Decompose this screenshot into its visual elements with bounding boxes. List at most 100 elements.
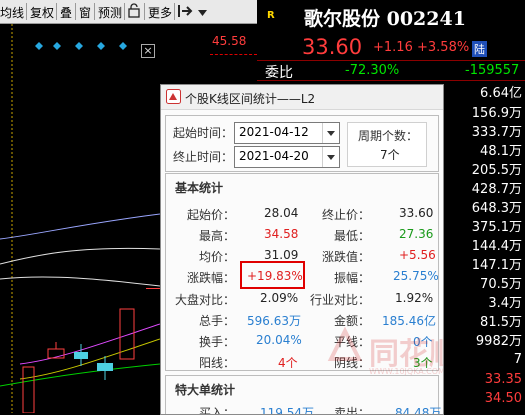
start-date-value: 2021-04-12 <box>239 125 309 139</box>
value-cell: 147.1万 <box>471 258 522 273</box>
panel-divider <box>257 60 525 61</box>
kline-chart[interactable]: × <box>0 24 160 413</box>
toolbar-divider <box>174 3 175 20</box>
start-date-picker[interactable]: 2021-04-12 <box>234 122 340 144</box>
big-sell-value: 84.48万 <box>395 406 442 415</box>
high-value: 34.58 <box>264 227 299 241</box>
avg-value: 31.09 <box>264 248 299 262</box>
value-cell: 6.64亿 <box>480 86 522 101</box>
amount-label: 金额： <box>334 314 371 328</box>
period-count-box: 周期个数： 7个 <box>347 122 427 167</box>
industry-ratio-value: 1.92% <box>395 291 434 305</box>
yang-line-value: 4个 <box>278 356 298 370</box>
period-count-label: 周期个数： <box>358 129 419 143</box>
dialog-title: 个股K线区间统计——L2 <box>185 92 316 106</box>
big-buy-value: 119.54万 <box>260 406 314 415</box>
flat-line-value: 0个 <box>413 335 433 349</box>
exchange-tag: 陆 <box>472 41 487 57</box>
price-change-pct: +3.58% <box>417 40 470 55</box>
low-value: 27.36 <box>399 227 434 241</box>
ma-line-white-2 <box>0 276 160 287</box>
chevron-down-icon[interactable] <box>322 147 339 167</box>
yin-line-label: 阴线： <box>334 356 371 370</box>
lock-icon[interactable] <box>128 3 140 21</box>
end-price-label: 终止价： <box>322 208 371 222</box>
ma-line-white <box>0 247 160 265</box>
change-value: +5.56 <box>399 248 436 262</box>
toolbar-item-adjust[interactable]: 复权 <box>30 4 54 21</box>
bottom-price: 33.35 <box>484 372 522 387</box>
flat-line-label: 平线： <box>334 335 371 349</box>
toolbar-divider <box>94 3 95 20</box>
end-date-label: 终止时间： <box>173 150 234 164</box>
current-price: 33.60 <box>302 35 363 59</box>
avg-label: 均价： <box>199 250 236 264</box>
start-price-label: 起始价： <box>187 208 236 222</box>
toolbar-item-more[interactable]: 更多 <box>148 4 172 21</box>
toolbar-divider <box>26 3 27 20</box>
market-ratio-label: 大盘对比： <box>175 293 236 307</box>
toolbar-item-ma[interactable]: 均线 <box>0 4 24 21</box>
value-cell: 81.5万 <box>480 315 522 330</box>
chevron-down-icon[interactable] <box>322 123 339 143</box>
toolbar-item-window[interactable]: 窗 <box>79 4 91 21</box>
turnover-label: 换手： <box>199 335 236 349</box>
big-buy-label: 买入： <box>199 406 236 415</box>
stock-name: 歌尔股份 002241 <box>304 8 466 30</box>
value-cell: 70.5万 <box>480 277 522 292</box>
interval-stats-dialog: 个股K线区间统计——L2 起始时间： 2021-04-12 终止时间： 2021… <box>160 84 444 415</box>
toolbar-divider <box>124 3 125 20</box>
turnover-value: 20.04% <box>256 333 302 347</box>
chevron-down-icon[interactable] <box>198 5 207 19</box>
amplitude-label: 振幅： <box>334 271 371 285</box>
change-pct-label: 涨跌幅： <box>187 271 236 285</box>
value-cell: 3.4万 <box>488 296 522 311</box>
step-right-icon[interactable] <box>178 4 194 21</box>
end-price-value: 33.60 <box>399 206 434 220</box>
close-icon[interactable]: × <box>141 44 155 58</box>
commission-diff: -159557 <box>465 63 520 78</box>
value-cell: 205.5万 <box>471 163 522 178</box>
volume-column: 6.64亿 156.9万 333.7万 48.1万 205.5万 428.7万 … <box>443 80 525 380</box>
value-cell: 48.1万 <box>480 144 522 159</box>
value-cell: 428.7万 <box>471 182 522 197</box>
chart-corner-marker <box>16 28 26 40</box>
yang-line-label: 阳线： <box>199 356 236 370</box>
value-cell: 648.3万 <box>471 201 522 216</box>
commission-ratio: -72.30% <box>345 63 400 78</box>
value-cell: 9982万 <box>475 334 522 349</box>
toolbar-item-overlay[interactable]: 叠 <box>60 4 72 21</box>
toolbar-item-forecast[interactable]: 预测 <box>98 4 122 21</box>
basic-stats-title: 基本统计 <box>175 181 224 195</box>
chart-toolbar: 均线 复权 叠 窗 预测 更多 <box>0 0 257 24</box>
ma-line-magenta <box>19 323 160 365</box>
end-date-picker[interactable]: 2021-04-20 <box>234 146 340 168</box>
dialog-title-bar[interactable]: 个股K线区间统计——L2 <box>161 85 443 110</box>
amount-value: 185.46亿 <box>382 314 436 328</box>
r-badge: R <box>267 10 275 21</box>
value-cell: 144.4万 <box>471 239 522 254</box>
volume-value: 596.63万 <box>247 314 301 328</box>
ma-line-blue <box>0 213 160 240</box>
bottom-price: 34.50 <box>484 391 522 406</box>
app-logo-icon <box>166 89 181 107</box>
yin-line-value: 3个 <box>413 356 433 370</box>
price-axis-label: 45.58 <box>212 34 247 48</box>
value-cell: 375.1万 <box>471 220 522 235</box>
chart-axis-area: 45.58 <box>160 24 257 84</box>
value-cell: 333.7万 <box>471 125 522 140</box>
axis-dash <box>210 54 257 56</box>
amplitude-value: 25.75% <box>393 269 439 283</box>
toolbar-divider <box>144 3 145 20</box>
commission-ratio-label: 委比 <box>265 65 293 81</box>
price-marker <box>146 288 160 289</box>
ma-line-yellow <box>19 338 160 380</box>
low-label: 最低： <box>334 229 371 243</box>
period-count-value: 7个 <box>380 148 400 162</box>
value-cell: 7 <box>513 352 522 367</box>
end-date-value: 2021-04-20 <box>239 149 309 163</box>
value-cell: 156.9万 <box>471 106 522 121</box>
volume-label: 总手： <box>199 314 236 328</box>
change-value-label: 涨跌值： <box>322 250 371 264</box>
event-markers <box>35 42 127 50</box>
